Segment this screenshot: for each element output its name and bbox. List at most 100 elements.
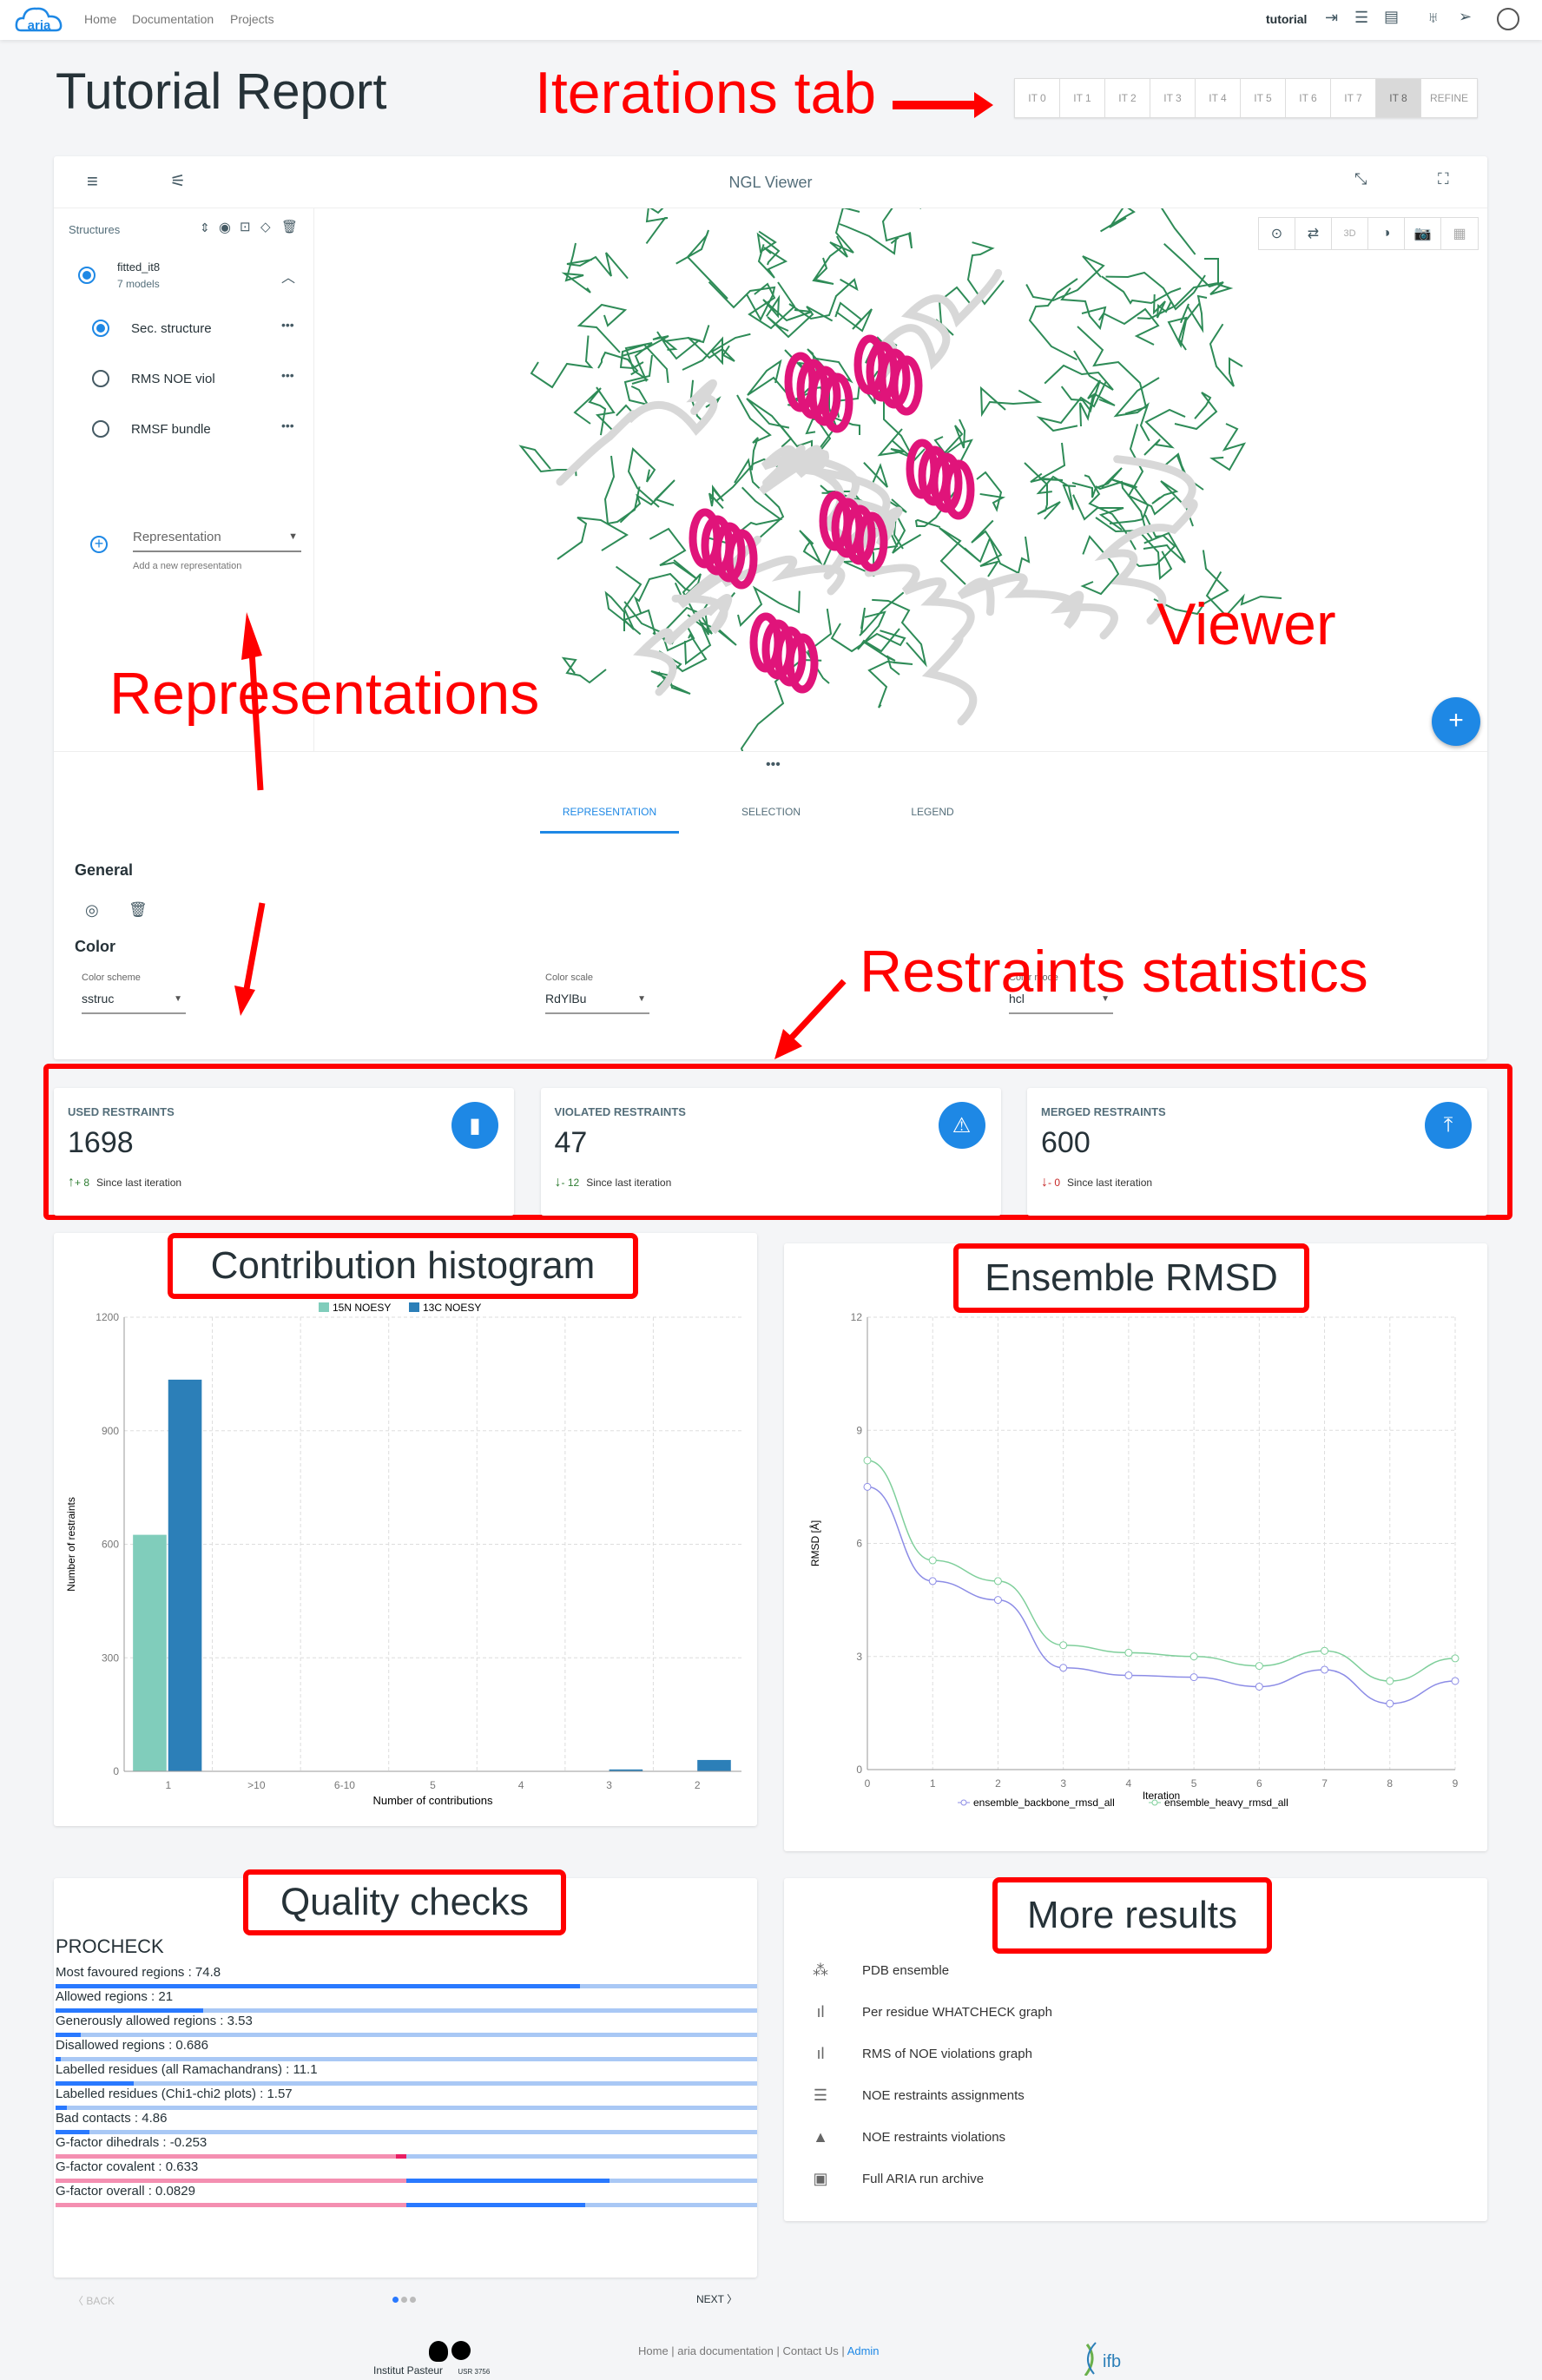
nav-projects[interactable]: Projects	[230, 12, 274, 26]
swap-icon[interactable]: ⇄	[1295, 218, 1332, 249]
result-link[interactable]: ⁂PDB ensemble	[784, 1961, 1487, 1989]
quality-bar-negative	[396, 2154, 406, 2159]
aria-logo[interactable]: aria	[14, 4, 64, 36]
send-icon[interactable]: ➢	[1459, 8, 1472, 26]
sidechain-line	[860, 592, 904, 636]
annotation-restraints: Restraints statistics	[860, 938, 1368, 1005]
back-button[interactable]: 〈 BACK	[73, 2293, 115, 2308]
sidechain-line	[1101, 208, 1134, 231]
iteration-tab[interactable]: IT 3	[1150, 79, 1196, 117]
representation-radio[interactable]	[92, 370, 109, 387]
sidechain-line	[1210, 324, 1242, 386]
quality-label: G-factor overall : 0.0829	[56, 2184, 195, 2199]
delta-caption: Since last iteration	[1067, 1177, 1152, 1189]
quality-label: Bad contacts : 4.86	[56, 2111, 167, 2126]
y-tick-label: 300	[102, 1651, 119, 1664]
account-icon[interactable]	[1497, 8, 1519, 30]
logout-icon[interactable]: ⇥	[1325, 9, 1338, 27]
page-dot[interactable]	[410, 2297, 416, 2303]
histogram-bar	[168, 1380, 202, 1771]
result-link[interactable]: ılPer residue WHATCHECK graph	[784, 2003, 1487, 2031]
more-options-icon[interactable]: •••	[281, 368, 294, 382]
spin-icon[interactable]: ⊙	[1259, 218, 1295, 249]
iteration-tab[interactable]: IT 2	[1105, 79, 1150, 117]
tab-selection[interactable]: SELECTION	[702, 799, 840, 834]
chevron-up-icon[interactable]: ︿	[281, 266, 295, 287]
footer-home[interactable]: Home	[638, 2344, 669, 2357]
data-point	[1387, 1678, 1394, 1684]
iteration-tab[interactable]: IT 4	[1196, 79, 1241, 117]
stat-label: VIOLATED RESTRAINTS	[555, 1105, 686, 1118]
y-tick-label: 0	[113, 1765, 119, 1777]
eye-icon[interactable]: ◎	[85, 901, 99, 920]
add-icon[interactable]: +	[90, 536, 108, 553]
page-dot[interactable]	[401, 2297, 407, 2303]
structure-radio[interactable]	[78, 267, 96, 284]
3d-icon[interactable]: 3D	[1332, 218, 1368, 249]
grid-icon[interactable]: ▦	[1441, 218, 1478, 249]
arrow-down-icon: ↓	[555, 1175, 562, 1190]
back-label: BACK	[86, 2295, 115, 2307]
x-tick-label: 5	[430, 1779, 436, 1791]
result-link[interactable]: ☰NOE restraints assignments	[784, 2087, 1487, 2114]
ifb-logo[interactable]: ifb	[1077, 2341, 1137, 2376]
field-select[interactable]: sstruc▼	[82, 992, 186, 1014]
footer-contact[interactable]: Contact Us	[782, 2344, 838, 2357]
sidechain-line	[1026, 256, 1104, 300]
field-select[interactable]: RdYlBu▼	[545, 992, 649, 1014]
settings-sliders-icon[interactable]: ☰	[1354, 9, 1368, 27]
sidechain-line	[1169, 303, 1200, 350]
iteration-tab[interactable]: IT 1	[1060, 79, 1105, 117]
tab-representation[interactable]: REPRESENTATION	[540, 799, 679, 834]
quality-label: Allowed regions : 21	[56, 1989, 173, 2004]
sidechain-line	[980, 537, 1029, 573]
fullscreen-icon[interactable]: ⛶	[1438, 170, 1449, 188]
add-fab-button[interactable]: +	[1432, 697, 1480, 746]
result-label: NOE restraints violations	[862, 2130, 1005, 2145]
page-dot-active[interactable]	[392, 2297, 399, 2303]
delete-icon[interactable]: 🗑	[281, 219, 298, 234]
footer-doc[interactable]: aria documentation	[677, 2344, 774, 2357]
drag-handle-icon[interactable]: •••	[766, 757, 781, 773]
iteration-tab[interactable]: REFINE	[1421, 79, 1477, 117]
iteration-tab[interactable]: IT 6	[1286, 79, 1331, 117]
warning-icon: ⚠	[939, 1102, 985, 1149]
server-icon[interactable]: ▤	[1384, 8, 1399, 26]
institut-pasteur-logo[interactable]: Institut Pasteur USR 3756	[373, 2341, 490, 2376]
histogram-bar	[697, 1760, 731, 1771]
iteration-tab[interactable]: IT 0	[1015, 79, 1060, 117]
quality-checks-card: PROCHECK Most favoured regions : 74.8All…	[54, 1878, 757, 2278]
contrast-icon[interactable]: ◑	[1368, 218, 1405, 249]
exit-fullscreen-icon[interactable]: ⤡	[1354, 170, 1367, 188]
representation-radio[interactable]	[92, 420, 109, 438]
sidechain-line	[1039, 381, 1106, 431]
quality-label: Generously allowed regions : 3.53	[56, 2014, 253, 2028]
iteration-tab[interactable]: IT 5	[1241, 79, 1286, 117]
camera-icon[interactable]: 📷	[1405, 218, 1441, 249]
next-button[interactable]: NEXT 〉	[696, 2291, 737, 2306]
center-icon[interactable]: ⊡	[240, 219, 251, 234]
nav-home[interactable]: Home	[84, 12, 116, 26]
more-options-icon[interactable]: •••	[281, 419, 294, 432]
structure-models: 7 models	[117, 278, 160, 290]
representation-radio[interactable]	[92, 320, 109, 337]
delete-icon[interactable]: 🗑	[128, 901, 148, 919]
footer-admin[interactable]: Admin	[847, 2344, 880, 2357]
gitlab-icon[interactable]: ♅	[1427, 9, 1440, 27]
expand-icon[interactable]: ⇕	[200, 221, 210, 235]
more-options-icon[interactable]: •••	[281, 318, 294, 332]
data-point	[864, 1457, 871, 1464]
sidechain-line	[939, 528, 980, 584]
eye-icon[interactable]: ◉	[219, 219, 231, 236]
data-point	[1452, 1655, 1459, 1662]
x-tick-label: 6-10	[334, 1779, 355, 1791]
tab-legend[interactable]: LEGEND	[863, 799, 1002, 834]
dropdown-arrow-icon: ▼	[288, 531, 298, 542]
layers-icon[interactable]: ◇	[260, 219, 271, 234]
nav-documentation[interactable]: Documentation	[132, 12, 214, 26]
result-link[interactable]: ▣Full ARIA run archive	[784, 2170, 1487, 2198]
iteration-tab[interactable]: IT 7	[1331, 79, 1376, 117]
result-link[interactable]: ılRMS of NOE violations graph	[784, 2045, 1487, 2073]
result-link[interactable]: ▲NOE restraints violations	[784, 2128, 1487, 2156]
iteration-tab[interactable]: IT 8	[1376, 79, 1421, 117]
